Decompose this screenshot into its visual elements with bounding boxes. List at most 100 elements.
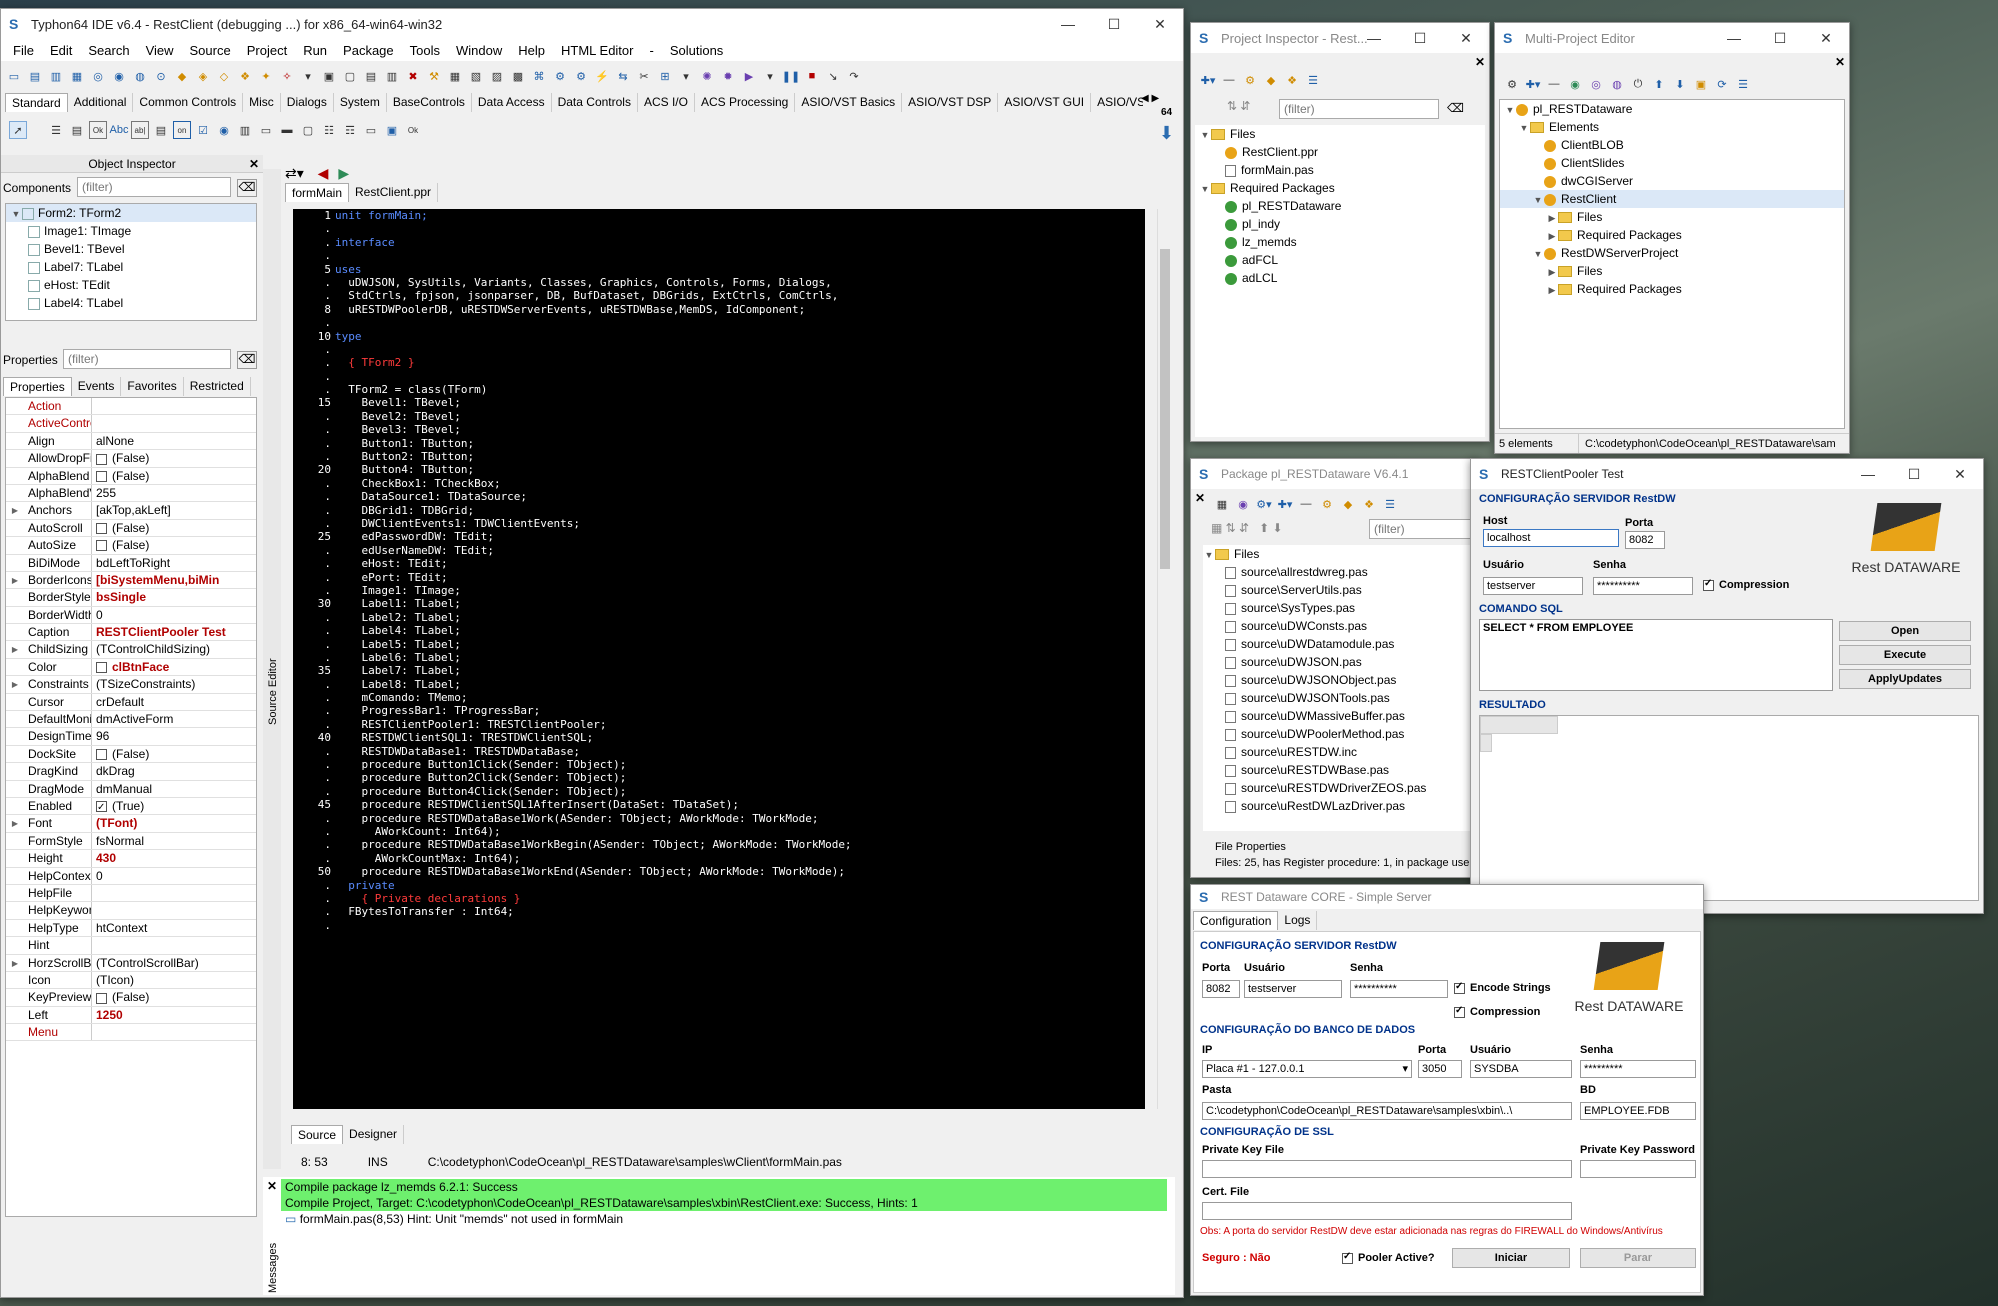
execute-button[interactable]: Execute (1839, 645, 1971, 665)
property-value[interactable]: crDefault (92, 694, 256, 710)
property-row[interactable]: HelpContext 0 (6, 867, 256, 885)
tree-item[interactable]: pl_indy (1195, 215, 1485, 233)
chevron-down-icon[interactable]: ▼ (1199, 180, 1211, 198)
panel-comp-icon[interactable]: ▭ (362, 121, 380, 139)
pooler-active-checkbox[interactable]: Pooler Active? (1342, 1251, 1435, 1264)
property-row[interactable]: Left 1250 (6, 1006, 256, 1025)
tree-item[interactable]: ▼ Files (1195, 125, 1485, 143)
cert-file-input[interactable] (1202, 1202, 1572, 1220)
close-button[interactable]: ✕ (1937, 459, 1983, 489)
scrollbar-comp-icon[interactable]: ▬ (278, 121, 296, 139)
menu-item[interactable]: Package (335, 43, 402, 58)
chevron-right-icon[interactable]: ▶ (6, 641, 24, 657)
label-comp-icon[interactable]: Abc (110, 121, 129, 139)
db-user-input[interactable]: SYSDBA (1470, 1060, 1572, 1078)
checkbox[interactable] (96, 523, 107, 535)
palette-tab[interactable]: Dialogs (281, 93, 334, 112)
palette-download-icon[interactable]: ⬇ (1159, 123, 1174, 144)
mp-close-icon[interactable]: ✕ (1835, 55, 1845, 69)
quick-compile-icon[interactable]: ⚡ (593, 67, 611, 85)
oi-tab[interactable]: Favorites (121, 377, 184, 396)
memo-comp-icon[interactable]: ▤ (152, 121, 170, 139)
chevron-right-icon[interactable]: ▶ (6, 815, 24, 831)
pointer-tool-icon[interactable]: ➚ (9, 121, 27, 139)
tree-item[interactable]: source\uDWJSONObject.pas (1203, 671, 1473, 689)
code-editor[interactable]: 1... 5.. 8. 10.... 15.... 20.... 25.... 30.... 3… (293, 209, 1145, 1109)
debug-icon[interactable]: ✺ (698, 67, 716, 85)
property-row[interactable]: Enabled (True) (6, 797, 256, 816)
tree-item[interactable]: ▶ Required Packages (1500, 226, 1844, 244)
actionlist-comp-icon[interactable]: Ok (404, 121, 422, 139)
build-all-icon[interactable]: ⚙ (572, 67, 590, 85)
replace-icon[interactable]: ◍ (131, 67, 149, 85)
property-value[interactable]: bsSingle (92, 589, 256, 605)
project-dropdown-icon[interactable]: ▾ (299, 67, 317, 85)
new-form-icon[interactable]: ▤ (26, 67, 44, 85)
popupmenu-icon[interactable]: ▤ (68, 121, 86, 139)
property-row[interactable]: ▶ Font (TFont) (6, 815, 256, 833)
tree-item[interactable]: adLCL (1195, 269, 1485, 287)
path-input[interactable]: C:\codetyphon\CodeOcean\pl_RESTDataware\… (1202, 1102, 1572, 1120)
property-value[interactable]: 1250 (92, 1007, 256, 1023)
close-button[interactable]: ✕ (1137, 9, 1183, 39)
tree-item[interactable]: eHost: TEdit (6, 276, 256, 294)
tree-item[interactable]: ClientBLOB (1500, 136, 1844, 154)
property-row[interactable]: HelpFile (6, 884, 256, 903)
property-row[interactable]: BorderStyle bsSingle (6, 589, 256, 607)
property-row[interactable]: AutoScroll (False) (6, 519, 256, 538)
server-compression-checkbox[interactable]: Compression (1454, 1005, 1540, 1018)
tree-item[interactable]: dwCGIServer (1500, 172, 1844, 190)
property-value[interactable]: clBtnFace (92, 659, 256, 675)
mp-remove-icon[interactable]: — (1545, 75, 1563, 93)
mp-run-icon[interactable]: ◎ (1587, 75, 1605, 93)
palette-tab[interactable]: ASIO/VST GUI (998, 93, 1092, 112)
property-row[interactable]: Cursor crDefault (6, 693, 256, 712)
tree-item[interactable]: source\uDWPoolerMethod.pas (1203, 725, 1473, 743)
chevron-right-icon[interactable]: ▶ (6, 572, 24, 588)
mp-add-icon[interactable]: ✚▾ (1524, 75, 1542, 93)
checkbox-comp-icon[interactable]: ☑ (194, 121, 212, 139)
components-filter-input[interactable]: (filter) (77, 177, 231, 197)
property-row[interactable]: DragKind dkDrag (6, 763, 256, 781)
minimize-button[interactable]: — (1711, 23, 1757, 53)
toggle-comp-icon[interactable]: on (173, 121, 191, 139)
options-icon[interactable]: ⚙ (1241, 71, 1259, 89)
tree-item[interactable]: source\uRESTDWBase.pas (1203, 761, 1473, 779)
tree-item[interactable]: ▶ Files (1500, 208, 1844, 226)
property-value[interactable]: bdLeftToRight (92, 555, 256, 571)
property-value[interactable] (92, 937, 256, 953)
db-password-input[interactable]: ********* (1580, 1060, 1696, 1078)
view-units-icon[interactable]: ▦ (446, 67, 464, 85)
oi-tab[interactable]: Events (72, 377, 122, 396)
chevron-down-icon[interactable]: ▼ (1199, 126, 1211, 144)
run-params-icon[interactable]: ⌘ (530, 67, 548, 85)
frame-comp-icon[interactable]: ▣ (383, 121, 401, 139)
close-button[interactable]: ✕ (1443, 23, 1489, 53)
tree-item[interactable]: source\uDWMassiveBuffer.pas (1203, 707, 1473, 725)
tree-item[interactable]: pl_RESTDataware (1195, 197, 1485, 215)
tree-item[interactable]: source\uRESTDWDriverZEOS.pas (1203, 779, 1473, 797)
find-icon[interactable]: ◎ (89, 67, 107, 85)
mainmenu-icon[interactable]: ☰ (47, 121, 65, 139)
oi-tab[interactable]: Properties (3, 377, 72, 396)
menu-item[interactable]: File (5, 43, 42, 58)
property-row[interactable]: BorderWidth 0 (6, 606, 256, 625)
menu-item[interactable]: Search (80, 43, 137, 58)
step-over-icon[interactable]: ↷ (845, 67, 863, 85)
tree-item[interactable]: Label4: TLabel (6, 294, 256, 312)
maximize-button[interactable]: ☐ (1397, 23, 1443, 53)
edit-comp-icon[interactable]: ab| (131, 121, 149, 139)
property-row[interactable]: ▶ Anchors [akTop,akLeft] (6, 502, 256, 520)
property-value[interactable]: dmActiveForm (92, 711, 256, 727)
property-row[interactable]: ActiveControl (6, 415, 256, 433)
maximize-button[interactable]: ☐ (1891, 459, 1937, 489)
chevron-down-icon[interactable]: ▼ (10, 205, 22, 223)
password-input[interactable]: ********** (1593, 577, 1693, 595)
property-value[interactable]: (False) (92, 520, 256, 536)
checkbox[interactable] (96, 540, 107, 552)
editor-vscroll[interactable] (1157, 209, 1171, 1109)
property-value[interactable]: (False) (92, 746, 256, 762)
palette-tab[interactable]: ACS I/O (638, 93, 695, 112)
property-row[interactable]: DockSite (False) (6, 745, 256, 764)
tree-item[interactable]: Label7: TLabel (6, 258, 256, 276)
